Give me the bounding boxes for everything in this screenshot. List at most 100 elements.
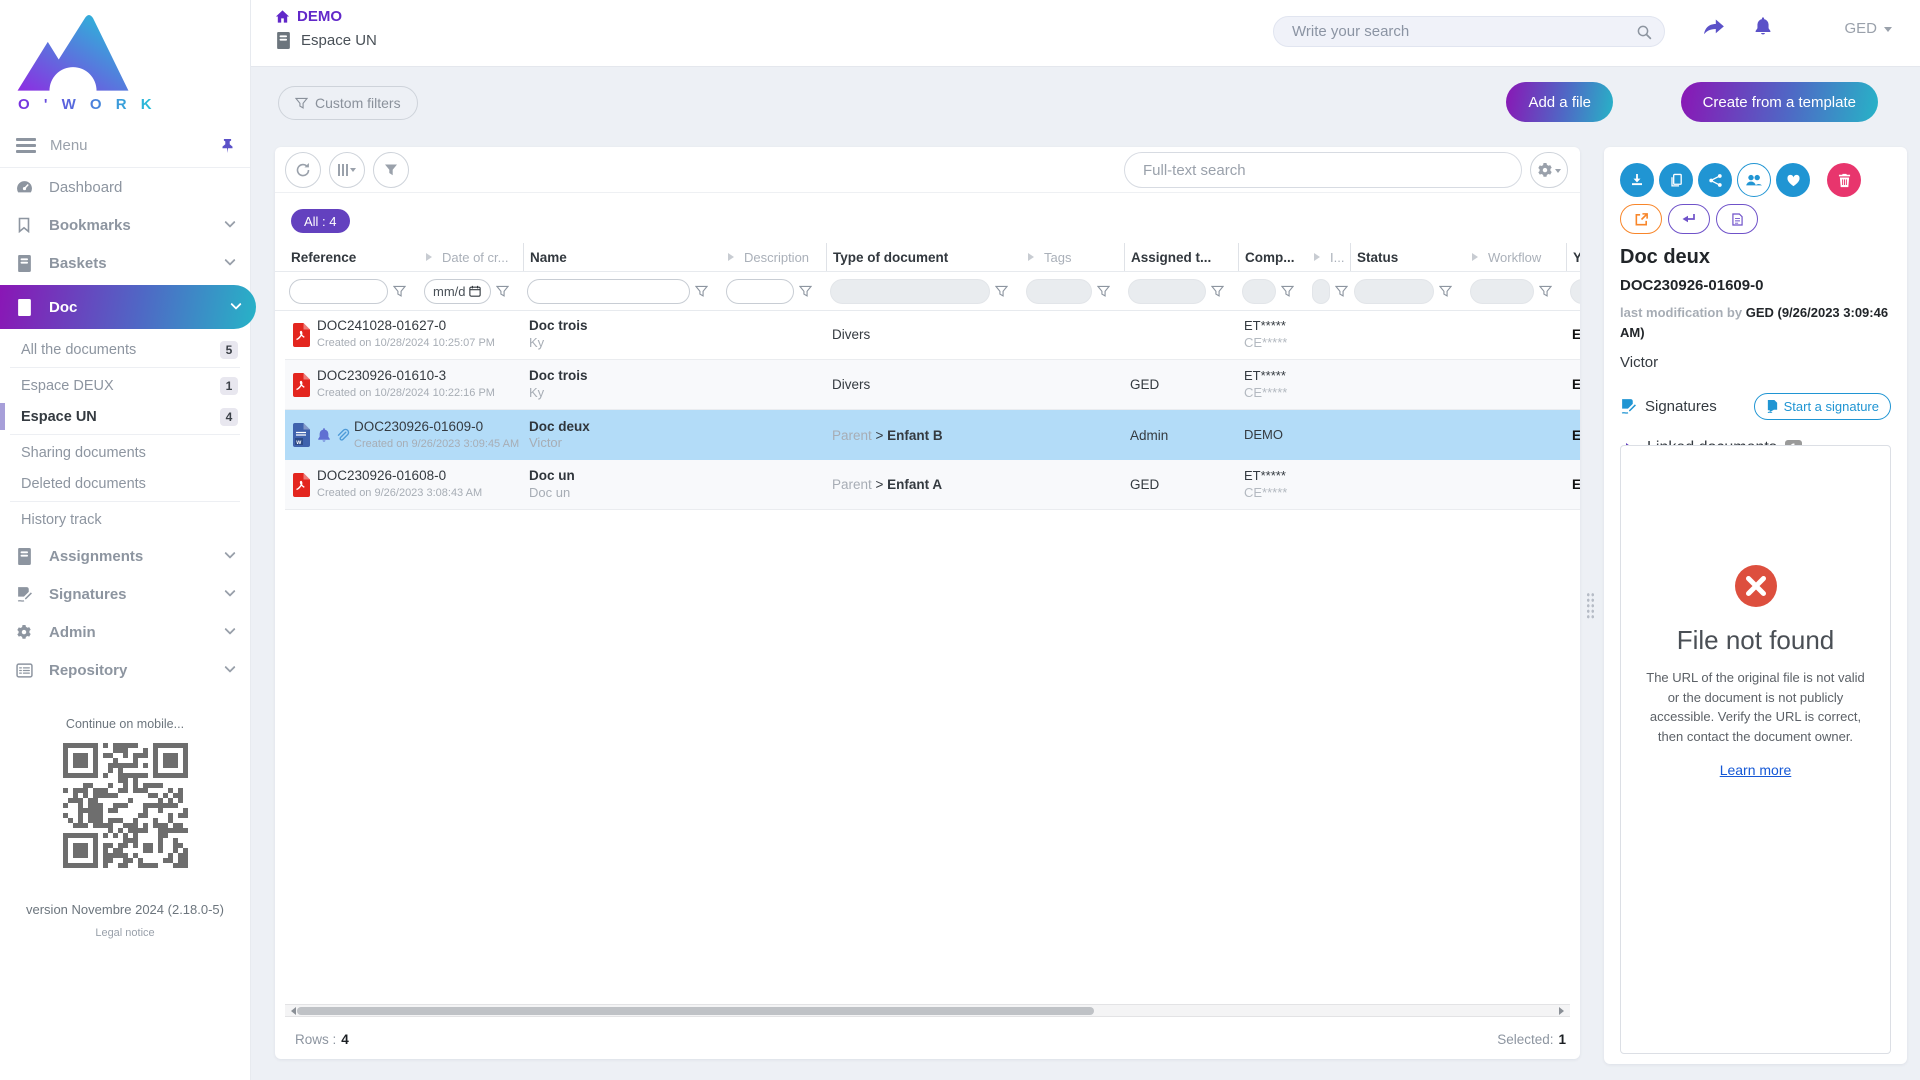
documents-table-card: All : 4 ReferenceDate of cr...NameDescri…	[275, 147, 1580, 1059]
share-forward-icon[interactable]	[1702, 18, 1725, 37]
word-file-icon: w	[291, 423, 311, 447]
calendar-icon	[469, 285, 481, 297]
sidebar-item-assignments[interactable]: Assignments	[0, 537, 250, 575]
count-badge: 5	[220, 341, 238, 359]
users-access-button[interactable]	[1737, 163, 1771, 197]
filter-input-description[interactable]	[726, 279, 794, 304]
add-file-button[interactable]: Add a file	[1506, 82, 1613, 122]
row-type: Parent > Enfant B	[826, 410, 1022, 460]
column-header-company[interactable]: Comp...	[1238, 243, 1308, 271]
panel-resize-handle[interactable]	[1586, 592, 1595, 619]
last-modification: last modification by GED (9/26/2023 3:09…	[1620, 303, 1891, 343]
share-button[interactable]	[1698, 163, 1732, 197]
sidebar-item-repository[interactable]: Repository	[0, 651, 250, 689]
sidebar-subitem[interactable]: Deleted documents	[0, 468, 250, 499]
filter-funnel-icon[interactable]	[1097, 285, 1110, 298]
table-row[interactable]: DOC230926-01610-3Created on 10/28/2024 1…	[285, 360, 1580, 410]
filter-funnel-icon[interactable]	[393, 285, 406, 298]
column-header-type-of-document[interactable]: Type of document	[826, 243, 1022, 271]
column-header-date-of-creation[interactable]: Date of cr...	[420, 243, 523, 271]
filter-funnel-icon[interactable]	[1335, 285, 1348, 298]
column-header-reference[interactable]: Reference	[285, 243, 420, 271]
scrollbar-thumb[interactable]	[297, 1007, 1094, 1015]
filter-input-name[interactable]	[527, 279, 690, 304]
document-title: Doc deux	[1620, 246, 1891, 269]
custom-filters-button[interactable]: Custom filters	[278, 86, 418, 120]
filter-funnel-icon[interactable]	[1281, 285, 1294, 298]
filter-input-tags	[1026, 279, 1092, 304]
sidebar-item-bookmarks[interactable]: Bookmarks	[0, 206, 250, 244]
logo-wordmark: O ' W O R K	[14, 96, 157, 113]
scroll-right-icon[interactable]	[1559, 1007, 1568, 1015]
sidebar-item-doc[interactable]: Doc	[0, 285, 256, 329]
fulltext-search-input[interactable]	[1141, 161, 1505, 180]
pdf-file-icon	[291, 473, 311, 497]
column-header-y[interactable]: Y...	[1566, 243, 1580, 271]
collapsed-column-icon	[1472, 253, 1482, 261]
sidebar-subitem[interactable]: Sharing documents	[0, 437, 250, 468]
document-page-button[interactable]	[1716, 204, 1758, 234]
filter-funnel-icon[interactable]	[496, 285, 509, 298]
start-signature-button[interactable]: Start a signature	[1754, 393, 1891, 420]
column-header-tags[interactable]: Tags	[1022, 243, 1124, 271]
chevron-down-icon	[224, 662, 235, 673]
menu-header: Menu	[0, 124, 250, 168]
column-header-status[interactable]: Status	[1350, 243, 1466, 271]
rows-count: Rows :4	[295, 1032, 349, 1047]
sidebar-item-dashboard[interactable]: Dashboard	[0, 168, 250, 206]
column-header-assigned-to[interactable]: Assigned t...	[1124, 243, 1238, 271]
delete-trash-button[interactable]	[1827, 163, 1861, 197]
column-header-name[interactable]: Name	[523, 243, 722, 271]
table-filter-row: mm/d	[285, 272, 1580, 310]
filter-funnel-icon[interactable]	[995, 285, 1008, 298]
doc-subnav: All the documents5 Espace DEUX1Espace UN4…	[0, 332, 250, 537]
favorite-heart-button[interactable]	[1776, 163, 1810, 197]
return-button[interactable]	[1668, 204, 1710, 234]
column-header-workflow[interactable]: Workflow	[1466, 243, 1566, 271]
filter-input-status	[1354, 279, 1434, 304]
column-header-i[interactable]: I...	[1308, 243, 1350, 271]
sidebar-subitem[interactable]: History track	[0, 504, 250, 535]
refresh-button[interactable]	[285, 152, 321, 188]
filter-input-date[interactable]: mm/d	[424, 279, 491, 304]
filter-funnel-icon[interactable]	[1539, 285, 1552, 298]
filter-funnel-icon[interactable]	[695, 285, 708, 298]
table-row[interactable]: wDOC230926-01609-0Created on 9/26/2023 3…	[285, 410, 1580, 460]
open-external-button[interactable]	[1620, 204, 1662, 234]
filter-funnel-icon[interactable]	[799, 285, 812, 298]
scroll-left-icon[interactable]	[287, 1007, 296, 1015]
sidebar-subitem[interactable]: Espace UN4	[0, 401, 250, 432]
table-row[interactable]: DOC241028-01627-0Created on 10/28/2024 1…	[285, 310, 1580, 360]
filter-funnel-icon[interactable]	[1211, 285, 1224, 298]
sidebar-item-baskets[interactable]: Baskets	[0, 244, 250, 282]
horizontal-scrollbar[interactable]	[285, 1004, 1570, 1017]
book-icon	[275, 32, 292, 49]
notifications-bell-icon[interactable]	[1754, 16, 1772, 36]
search-icon[interactable]	[1636, 24, 1652, 40]
breadcrumb-space[interactable]: Espace UN	[275, 32, 377, 49]
filter-funnel-icon[interactable]	[1439, 285, 1452, 298]
columns-button[interactable]	[329, 152, 365, 188]
table-row[interactable]: DOC230926-01608-0Created on 9/26/2023 3:…	[285, 460, 1580, 510]
sidebar-subitem[interactable]: All the documents5	[0, 334, 250, 365]
filter-input-reference[interactable]	[289, 279, 388, 304]
learn-more-link[interactable]: Learn more	[1720, 762, 1792, 778]
create-from-template-button[interactable]: Create from a template	[1681, 82, 1878, 122]
table-settings-button[interactable]	[1530, 152, 1568, 188]
scope-pill[interactable]: All : 4	[291, 209, 350, 233]
menu-label: Menu	[50, 137, 221, 154]
sidebar-subitem[interactable]: Espace DEUX1	[0, 370, 250, 401]
sidebar-item-admin[interactable]: Admin	[0, 613, 250, 651]
user-menu[interactable]: GED	[1844, 20, 1892, 37]
filter-button[interactable]	[373, 152, 409, 188]
duplicate-button[interactable]	[1659, 163, 1693, 197]
legal-notice-link[interactable]: Legal notice	[0, 927, 250, 939]
collapsed-column-icon	[1314, 253, 1324, 261]
download-button[interactable]	[1620, 163, 1654, 197]
hamburger-icon[interactable]	[16, 138, 36, 153]
breadcrumb-app[interactable]: DEMO	[275, 8, 377, 25]
pin-icon[interactable]	[221, 139, 234, 153]
column-header-description[interactable]: Description	[722, 243, 826, 271]
sidebar-item-signatures[interactable]: Signatures	[0, 575, 250, 613]
global-search-input[interactable]	[1290, 22, 1636, 41]
